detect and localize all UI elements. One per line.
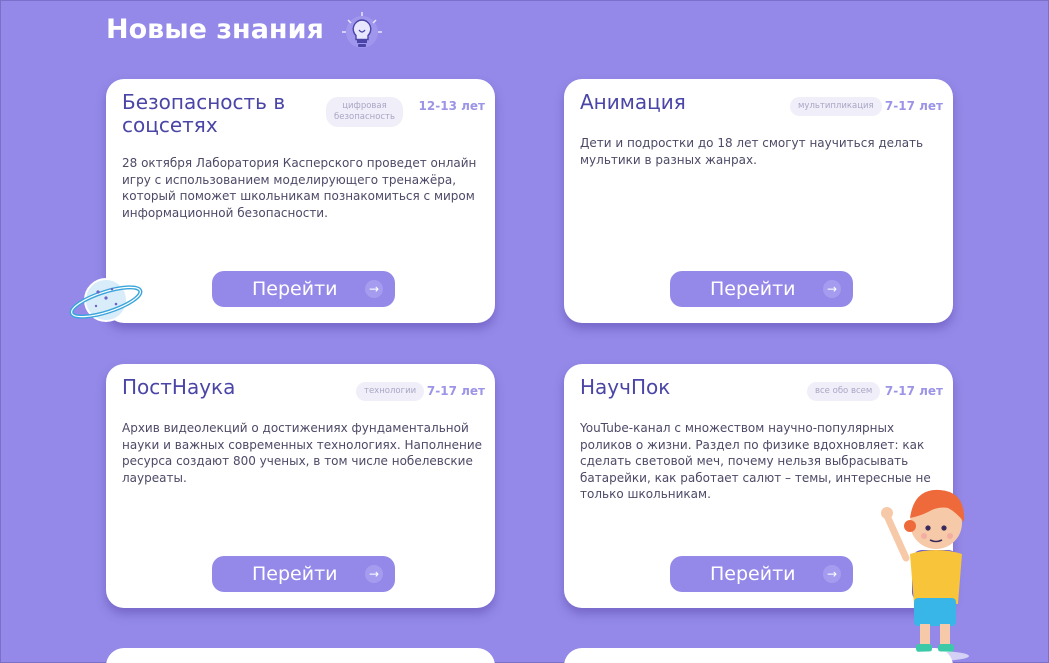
card-description: Архив видеолекций о достижениях фундамен… [122,421,482,485]
go-button[interactable]: Перейти → [212,271,395,307]
arrow-right-icon: → [365,280,383,298]
card-tag: технологии [356,382,425,401]
arrow-right-icon: → [823,565,841,583]
card-age: 12-13 лет [418,99,485,113]
card-tag-line2: безопасность [334,112,396,122]
card-title: Анимация [580,90,686,114]
arrow-right-icon: → [823,280,841,298]
card-tag: цифровая безопасность [326,97,404,127]
card-tag: мультипликация [790,97,882,116]
card-description: Дети и подростки до 18 лет смогут научит… [580,136,924,167]
go-button[interactable]: Перейти → [670,271,853,307]
card-age: 7-17 лет [884,384,943,398]
card-description: 28 октября Лаборатория Касперского прове… [122,156,477,220]
card-tag-line1: цифровая [342,101,387,111]
card-title: НаучПок [580,375,671,399]
go-button[interactable]: Перейти → [670,556,853,592]
lightbulb-icon [342,12,382,48]
go-button-label: Перейти [252,278,338,300]
go-button-label: Перейти [252,563,338,585]
go-button[interactable]: Перейти → [212,556,395,592]
card-age: 7-17 лет [884,99,943,113]
card-tag: все обо всем [807,382,881,401]
card-postnauka: ПостНаука технологии 7-17 лет Архив виде… [106,364,495,608]
card-cyber-safety: Безопасность в соцсетях цифровая безопас… [106,79,495,323]
card-animation: Анимация мультипликация 7-17 лет Дети и … [564,79,953,323]
card-title: ПостНаука [122,375,236,399]
card-partial-left [106,648,495,663]
section-title: Новые знания [106,14,324,45]
go-button-label: Перейти [710,278,796,300]
arrow-right-icon: → [365,565,383,583]
planet-illustration [69,278,143,322]
card-title: Безопасность в соцсетях [122,90,286,137]
go-button-label: Перейти [710,563,796,585]
kid-waving-illustration [881,489,969,661]
card-age: 7-17 лет [426,384,485,398]
